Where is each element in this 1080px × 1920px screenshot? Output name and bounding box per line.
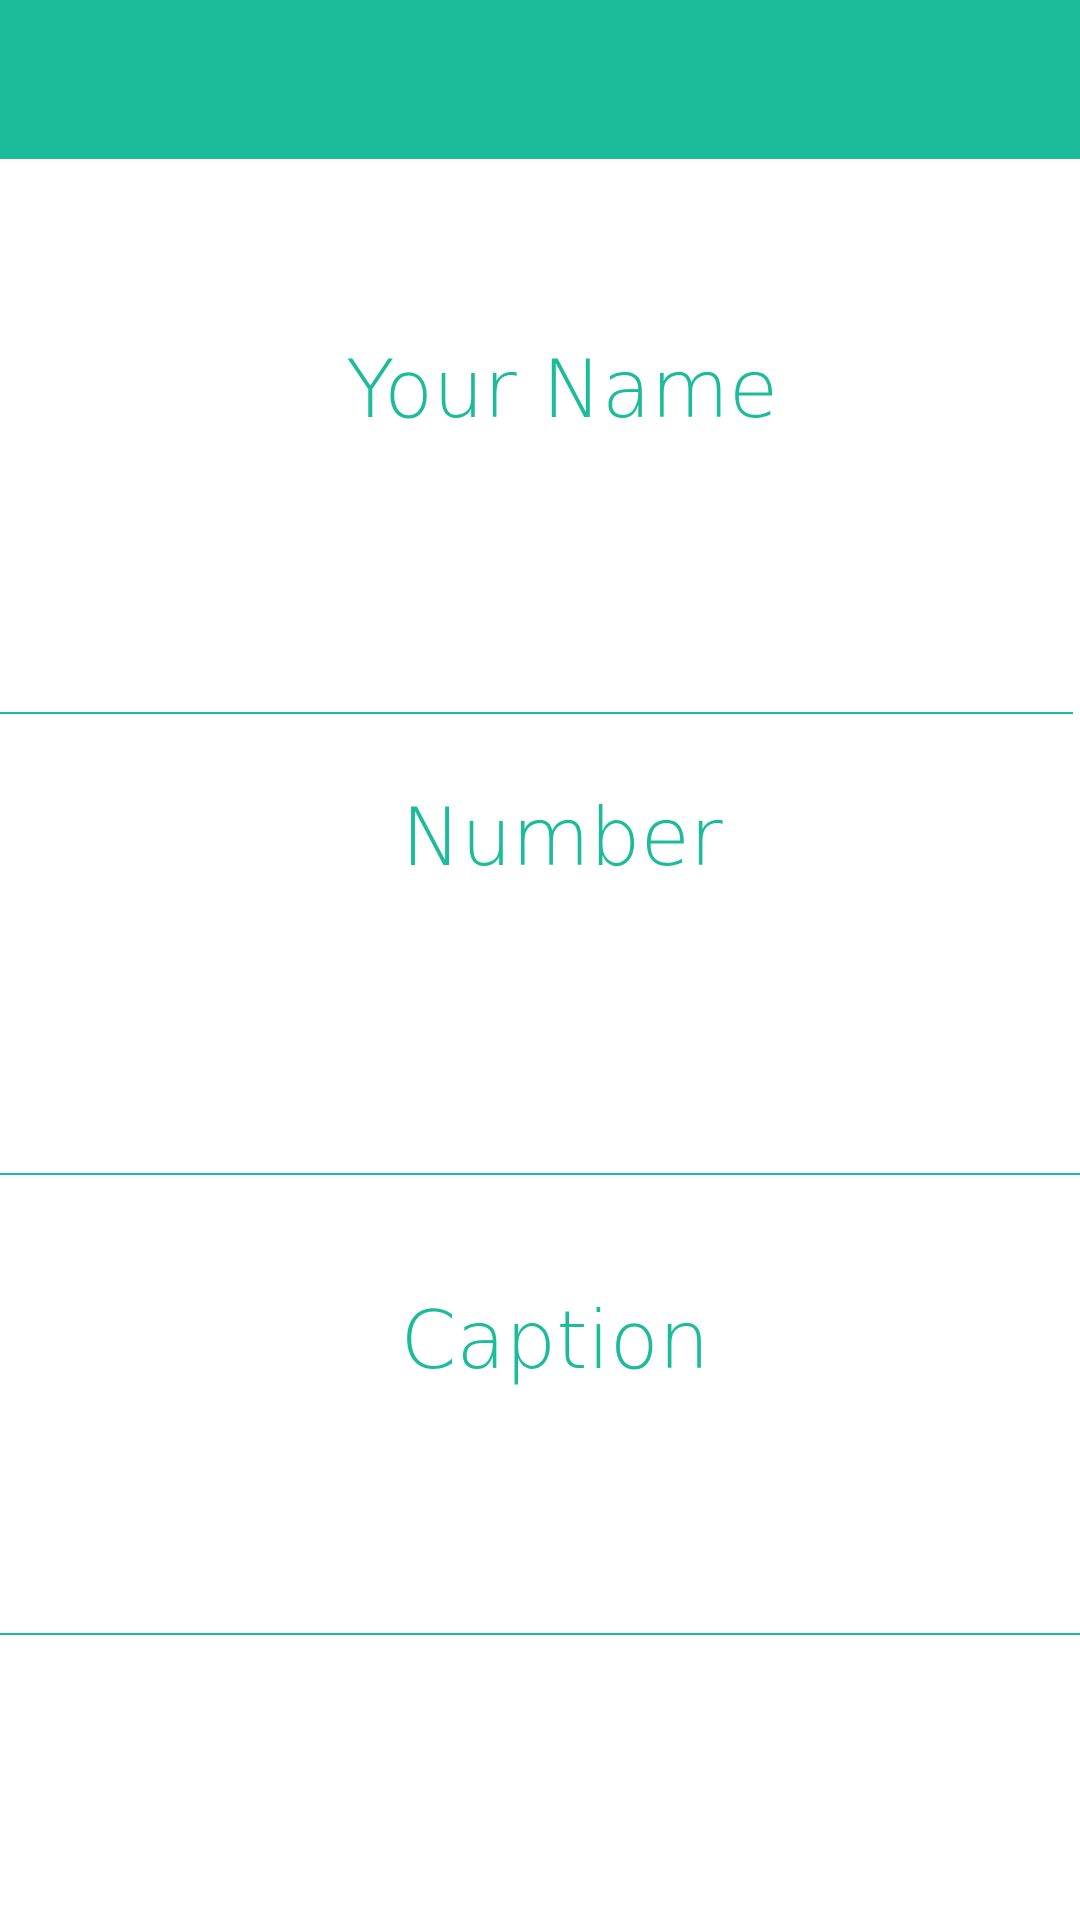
number-field[interactable]: Number — [0, 715, 1080, 960]
caption-field-placeholder: Caption — [400, 1294, 710, 1387]
number-field-placeholder: Number — [401, 790, 723, 884]
app-screen: Your Name Number Caption — [0, 0, 1080, 1920]
name-field-placeholder: Your Name — [345, 343, 779, 436]
caption-field[interactable]: Caption — [0, 1176, 1080, 1506]
number-field-underline — [0, 1173, 1080, 1175]
name-field-underline — [0, 712, 1073, 714]
caption-field-underline — [0, 1633, 1080, 1635]
app-bar — [0, 0, 1080, 159]
name-field[interactable]: Your Name — [0, 200, 1080, 580]
